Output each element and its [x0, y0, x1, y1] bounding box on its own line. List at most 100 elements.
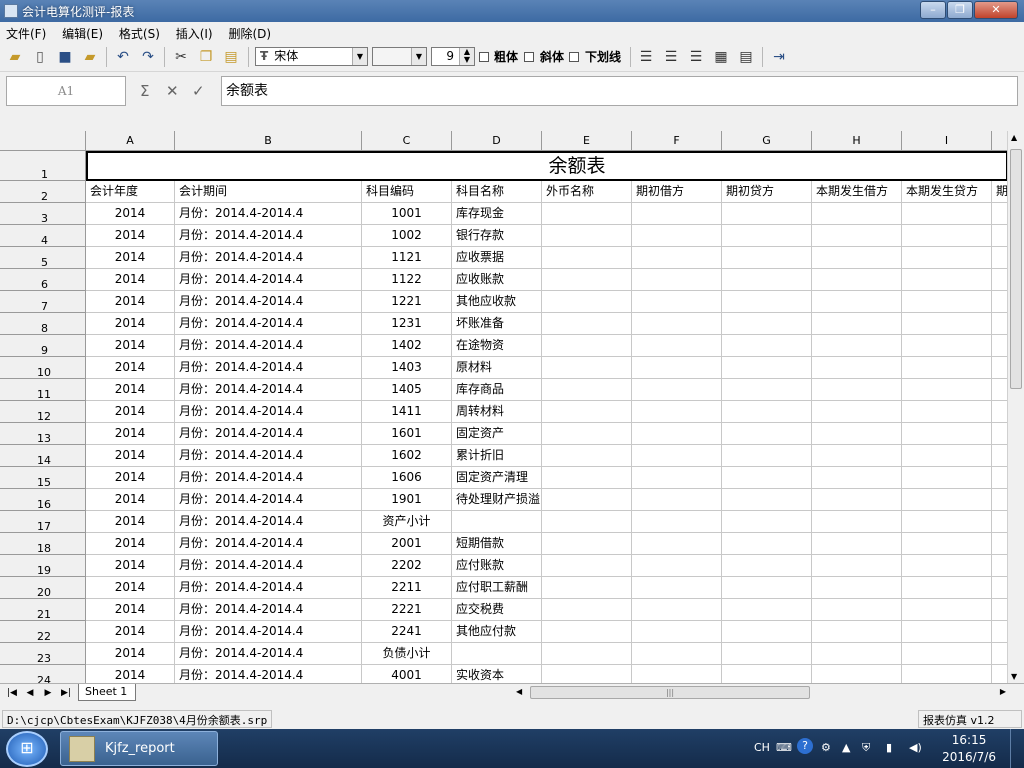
table-cell[interactable]: 月份：2014.4-2014.4: [175, 357, 362, 379]
table-cell[interactable]: 1002: [362, 225, 452, 247]
menu-format[interactable]: 格式(S): [113, 22, 166, 42]
table-cell[interactable]: 2014: [86, 489, 175, 511]
table-cell[interactable]: [542, 313, 632, 335]
table-cell[interactable]: [632, 379, 722, 401]
table-cell[interactable]: 固定资产: [452, 423, 542, 445]
table-cell[interactable]: [812, 357, 902, 379]
table-cell[interactable]: 实收资本: [452, 665, 542, 683]
table-cell[interactable]: [542, 247, 632, 269]
table-cell[interactable]: [812, 423, 902, 445]
table-cell[interactable]: [812, 555, 902, 577]
table-cell[interactable]: 月份：2014.4-2014.4: [175, 511, 362, 533]
menu-edit[interactable]: 编辑(E): [56, 22, 109, 42]
table-cell[interactable]: 月份：2014.4-2014.4: [175, 621, 362, 643]
table-cell[interactable]: [722, 291, 812, 313]
bold-checkbox[interactable]: [479, 52, 489, 62]
table-cell[interactable]: 1231: [362, 313, 452, 335]
table-header-cell[interactable]: 会计年度: [86, 181, 175, 203]
table-cell[interactable]: 库存现金: [452, 203, 542, 225]
prev-sheet-icon[interactable]: ◀: [22, 685, 38, 701]
table-cell[interactable]: [812, 533, 902, 555]
table-header-cell[interactable]: 期初借方: [632, 181, 722, 203]
table-cell[interactable]: [722, 225, 812, 247]
table-cell[interactable]: 短期借款: [452, 533, 542, 555]
row-header[interactable]: 15: [0, 467, 86, 489]
row-header[interactable]: 12: [0, 401, 86, 423]
chevron-down-icon[interactable]: ▼: [411, 48, 426, 65]
volume-icon[interactable]: ◀): [909, 741, 922, 754]
table-cell[interactable]: [632, 599, 722, 621]
row-header[interactable]: 8: [0, 313, 86, 335]
table-cell[interactable]: 2014: [86, 577, 175, 599]
table-cell[interactable]: [632, 423, 722, 445]
table-cell[interactable]: 4001: [362, 665, 452, 683]
table-cell[interactable]: 2014: [86, 555, 175, 577]
cell-reference-box[interactable]: A1: [6, 76, 126, 106]
table-cell[interactable]: [632, 555, 722, 577]
table-cell[interactable]: [722, 379, 812, 401]
show-desktop-button[interactable]: [1010, 729, 1024, 768]
table-cell[interactable]: [812, 247, 902, 269]
table-cell[interactable]: 2014: [86, 445, 175, 467]
font-style-select[interactable]: ▼: [372, 47, 427, 66]
table-cell[interactable]: [722, 489, 812, 511]
table-cell[interactable]: [902, 665, 992, 683]
shield-icon[interactable]: ⛨: [862, 741, 870, 755]
align-center-icon[interactable]: ☰: [661, 47, 681, 67]
table-cell[interactable]: [902, 533, 992, 555]
minimize-button[interactable]: –: [920, 1, 946, 19]
horizontal-scrollbar[interactable]: ◀ ||| ▶: [516, 685, 1006, 700]
menu-insert[interactable]: 插入(I): [170, 22, 219, 42]
table-cell[interactable]: [542, 401, 632, 423]
column-header[interactable]: H: [812, 131, 902, 151]
table-cell[interactable]: [812, 599, 902, 621]
table-cell[interactable]: 1403: [362, 357, 452, 379]
table-cell[interactable]: 月份：2014.4-2014.4: [175, 467, 362, 489]
table-cell[interactable]: [632, 269, 722, 291]
table-cell[interactable]: [542, 643, 632, 665]
table-cell[interactable]: 1901: [362, 489, 452, 511]
table-cell[interactable]: [812, 445, 902, 467]
table-cell[interactable]: [632, 225, 722, 247]
table-cell[interactable]: [722, 467, 812, 489]
table-cell[interactable]: 月份：2014.4-2014.4: [175, 599, 362, 621]
table-cell[interactable]: 待处理财产损溢: [452, 489, 542, 511]
table-cell[interactable]: [632, 511, 722, 533]
table-cell[interactable]: 1606: [362, 467, 452, 489]
table-cell[interactable]: [902, 313, 992, 335]
table-cell[interactable]: 月份：2014.4-2014.4: [175, 247, 362, 269]
table-cell[interactable]: [542, 467, 632, 489]
table-cell[interactable]: 应交税费: [452, 599, 542, 621]
table-cell[interactable]: [542, 489, 632, 511]
table-cell[interactable]: [812, 379, 902, 401]
column-header[interactable]: F: [632, 131, 722, 151]
table-cell[interactable]: [542, 577, 632, 599]
table-cell[interactable]: 月份：2014.4-2014.4: [175, 533, 362, 555]
table-cell[interactable]: [632, 665, 722, 683]
table-cell[interactable]: [542, 665, 632, 683]
table-cell[interactable]: [902, 269, 992, 291]
row-header[interactable]: 20: [0, 577, 86, 599]
table-cell[interactable]: [722, 335, 812, 357]
stepper-arrows-icon[interactable]: ▲ ▼: [459, 48, 474, 65]
table-cell[interactable]: [902, 225, 992, 247]
table-cell[interactable]: [722, 621, 812, 643]
table-cell[interactable]: [722, 643, 812, 665]
taskbar-item[interactable]: Kjfz_report: [60, 731, 218, 766]
table-cell[interactable]: [632, 401, 722, 423]
table-cell[interactable]: 2014: [86, 379, 175, 401]
system-clock[interactable]: 16:15 2016/7/6: [942, 732, 996, 766]
row-header[interactable]: 23: [0, 643, 86, 665]
column-header[interactable]: C: [362, 131, 452, 151]
table-cell[interactable]: 1402: [362, 335, 452, 357]
table-cell[interactable]: 其他应收款: [452, 291, 542, 313]
table-cell[interactable]: 月份：2014.4-2014.4: [175, 313, 362, 335]
table-cell[interactable]: [812, 335, 902, 357]
row-header[interactable]: 3: [0, 203, 86, 225]
table-grid-icon[interactable]: ▤: [736, 47, 756, 67]
table-cell[interactable]: 2014: [86, 621, 175, 643]
row-header[interactable]: 18: [0, 533, 86, 555]
table-cell[interactable]: 月份：2014.4-2014.4: [175, 401, 362, 423]
table-cell[interactable]: 月份：2014.4-2014.4: [175, 423, 362, 445]
table-cell[interactable]: [722, 247, 812, 269]
